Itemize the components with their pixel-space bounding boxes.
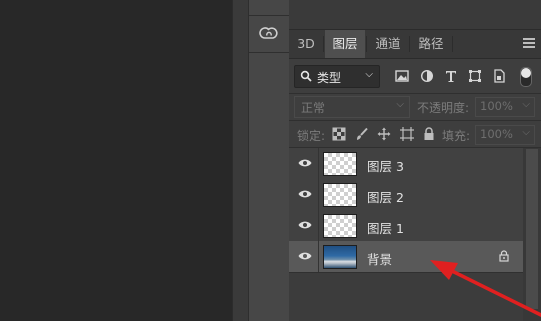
panel-gutter bbox=[232, 0, 249, 321]
scrollbar-thumb[interactable] bbox=[526, 149, 538, 309]
visibility-eye-icon[interactable] bbox=[298, 251, 312, 261]
fill-input[interactable]: 100% ⌵ bbox=[475, 125, 535, 145]
filter-toggle-switch[interactable] bbox=[520, 67, 532, 87]
layer-thumbnail bbox=[323, 183, 357, 207]
layer-list-empty-area bbox=[289, 273, 523, 321]
layer-row[interactable]: 图层 3 bbox=[289, 148, 523, 180]
creative-cloud-icon[interactable] bbox=[257, 22, 281, 44]
shape-layer-filter-icon[interactable] bbox=[468, 69, 482, 83]
layer-thumbnail bbox=[323, 152, 357, 176]
layer-name: 图层 2 bbox=[367, 190, 404, 205]
filter-kind-select[interactable]: 类型 ⌵ bbox=[294, 65, 380, 88]
layer-list: 图层 3 图层 2 图层 1 背景 bbox=[289, 148, 523, 273]
blend-opacity-row: 正常 ⌵ 不透明度: 100% ⌵ bbox=[289, 94, 541, 120]
layer-row[interactable]: 图层 2 bbox=[289, 179, 523, 211]
lock-label: 锁定: bbox=[297, 129, 326, 143]
visibility-eye-icon[interactable] bbox=[298, 158, 312, 168]
fill-label: 填充: bbox=[442, 129, 471, 143]
lock-transparent-pixels-icon[interactable] bbox=[332, 127, 346, 141]
lock-fill-row: 锁定: 填充: 100% ⌵ bbox=[289, 121, 541, 147]
chevron-down-icon: ⌵ bbox=[522, 99, 530, 110]
fill-value: 100% bbox=[480, 127, 513, 141]
lock-image-pixels-brush-icon[interactable] bbox=[355, 127, 369, 141]
tab-3d[interactable]: 3D bbox=[293, 30, 319, 58]
lock-all-icon[interactable] bbox=[422, 127, 436, 141]
layer-lock-icon[interactable] bbox=[499, 250, 509, 262]
layer-filter-row: 类型 ⌵ bbox=[289, 59, 541, 93]
visibility-eye-icon[interactable] bbox=[298, 220, 312, 230]
chevron-down-icon: ⌵ bbox=[365, 69, 373, 80]
tab-channels[interactable]: 通道 bbox=[368, 30, 408, 58]
chevron-down-icon: ⌵ bbox=[396, 99, 404, 110]
blend-mode-select[interactable]: 正常 ⌵ bbox=[294, 96, 410, 118]
lock-position-move-icon[interactable] bbox=[377, 127, 391, 141]
type-layer-filter-icon[interactable] bbox=[444, 69, 458, 83]
smart-object-filter-icon[interactable] bbox=[492, 69, 506, 83]
opacity-label: 不透明度: bbox=[417, 101, 470, 115]
document-canvas-area bbox=[0, 0, 232, 321]
layer-name: 图层 1 bbox=[367, 221, 404, 236]
opacity-value: 100% bbox=[480, 99, 513, 113]
chevron-down-icon: ⌵ bbox=[522, 127, 530, 138]
layer-name: 图层 3 bbox=[367, 159, 404, 174]
panel-menu-icon[interactable] bbox=[523, 38, 535, 48]
tab-layers[interactable]: 图层 bbox=[325, 30, 365, 58]
tab-paths[interactable]: 路径 bbox=[411, 30, 451, 58]
opacity-input[interactable]: 100% ⌵ bbox=[475, 97, 535, 117]
layer-row-background[interactable]: 背景 bbox=[289, 241, 523, 273]
layer-row[interactable]: 图层 1 bbox=[289, 210, 523, 242]
layer-thumbnail bbox=[323, 214, 357, 238]
filter-kind-label: 类型 bbox=[317, 71, 342, 85]
layer-name: 背景 bbox=[367, 252, 393, 267]
pixel-layer-filter-icon[interactable] bbox=[395, 69, 409, 83]
lock-artboard-icon[interactable] bbox=[400, 127, 414, 141]
blend-mode-value: 正常 bbox=[301, 101, 326, 115]
layer-thumbnail-photo bbox=[323, 245, 357, 269]
panel-tab-bar: 3D 图层 通道 路径 bbox=[289, 30, 541, 59]
panel-icon-strip bbox=[248, 0, 290, 321]
adjustment-layer-filter-icon[interactable] bbox=[420, 69, 434, 83]
visibility-eye-icon[interactable] bbox=[298, 189, 312, 199]
layers-panel: 3D 图层 通道 路径 类型 ⌵ 正常 ⌵ 不透明度: 100% ⌵ 锁定: 填… bbox=[289, 0, 541, 321]
search-icon bbox=[300, 70, 312, 82]
